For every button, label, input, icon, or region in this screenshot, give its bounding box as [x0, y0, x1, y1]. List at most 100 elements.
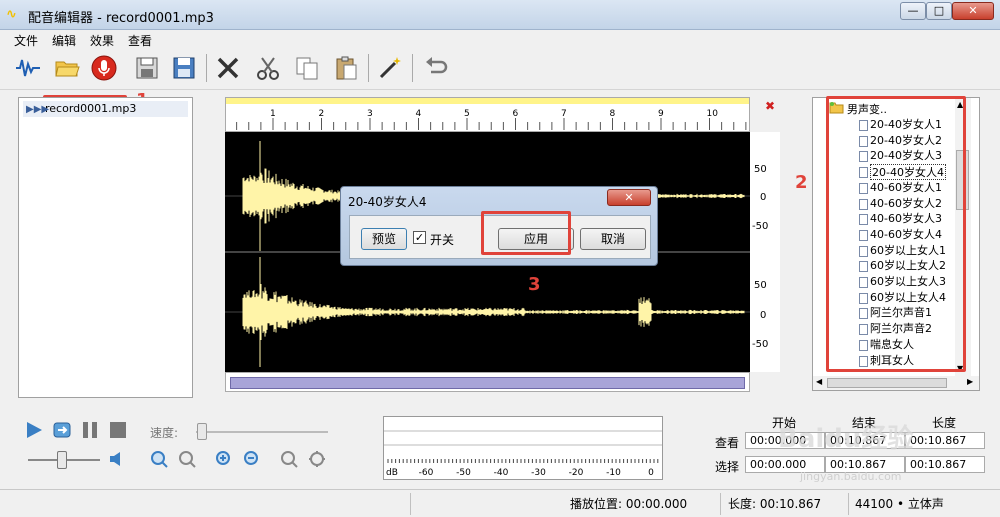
ruler-tick-label: 2 [319, 109, 325, 119]
scroll-right-icon[interactable]: ▶ [967, 377, 973, 386]
zoom-fit-icon[interactable] [280, 450, 298, 468]
undo-button[interactable] [420, 52, 452, 84]
menu-bar: 文件 编辑 效果 查看 [0, 30, 1000, 48]
close-waveform-icon[interactable]: ✖ [765, 99, 775, 113]
annotation-3: 3 [528, 274, 541, 295]
waveform-channel [242, 257, 745, 367]
status-length: 长度: 00:10.867 [728, 497, 822, 511]
status-separator [410, 493, 411, 515]
restore-button[interactable]: □ [926, 2, 952, 20]
level-meter: dB -60 -50 -40 -30 -20 -10 0 [383, 416, 663, 480]
scroll-thumb[interactable] [230, 377, 745, 389]
toolbar-separator [412, 54, 413, 82]
record-button[interactable] [88, 52, 120, 84]
preview-button[interactable]: 预览 [361, 228, 407, 250]
copy-icon [296, 57, 318, 80]
meter-tick-label: -10 [606, 468, 621, 478]
app-logo-icon: ∿ [6, 7, 17, 22]
save-as-button[interactable] [168, 52, 200, 84]
toggle-label: 开关 [430, 233, 455, 247]
speed-track [196, 431, 328, 433]
effects-button[interactable] [374, 52, 406, 84]
waveform-icon [16, 59, 40, 77]
scale-label: -50 [752, 221, 769, 232]
view-length-field[interactable]: 00:10.867 [905, 432, 985, 449]
ruler-tick-label: 1 [270, 109, 276, 119]
speaker-icon[interactable] [108, 450, 126, 468]
scale-label: 50 [754, 164, 767, 175]
scale-label: -50 [752, 339, 769, 350]
cut-button[interactable] [252, 52, 284, 84]
ruler-tick-label: 7 [561, 109, 567, 119]
copy-button[interactable] [291, 52, 323, 84]
zoom-all-icon[interactable] [308, 450, 326, 468]
minimize-button[interactable]: — [900, 2, 926, 20]
scroll-left-icon[interactable]: ◀ [816, 377, 822, 386]
toggle-checkbox[interactable]: ✓ [413, 231, 426, 244]
view-label: 查看 [715, 436, 740, 450]
toolbar-separator [368, 54, 369, 82]
delete-button[interactable] [212, 52, 244, 84]
scale-label: 0 [760, 310, 767, 321]
speed-label: 速度: [150, 426, 179, 440]
cancel-button[interactable]: 取消 [580, 228, 646, 250]
toolbar: 1 [0, 48, 1000, 139]
file-list-item[interactable]: ▶▶▶ record0001.mp3 [23, 101, 188, 117]
scale-label: 50 [754, 280, 767, 291]
meter-tick-label: -40 [494, 468, 509, 478]
status-format: 44100 • 立体声 [855, 497, 944, 511]
zoom-in-selection-icon[interactable] [215, 450, 233, 468]
amplitude-scale: 50 0 -50 50 0 -50 [750, 132, 780, 372]
play-icon[interactable] [24, 420, 44, 440]
magic-wand-icon [379, 57, 401, 79]
audio-file-icon: ▶▶▶ [26, 104, 50, 115]
tree-horizontal-scrollbar[interactable]: ◀ ▶ [813, 376, 979, 390]
scale-label: 0 [760, 192, 767, 203]
meter-svg: dB -60 -50 -40 -30 -20 -10 0 [384, 430, 662, 478]
status-position: 播放位置: 00:00.000 [570, 497, 688, 511]
meter-db-label: dB [386, 468, 398, 478]
ruler-ticks-svg: 1 2 3 4 5 6 7 8 9 10 [236, 109, 747, 130]
volume-slider[interactable] [57, 451, 67, 469]
ruler-tick-label: 5 [464, 109, 470, 119]
pause-icon[interactable] [80, 420, 100, 440]
scroll-thumb[interactable] [827, 378, 947, 388]
menu-view[interactable]: 查看 [128, 32, 152, 49]
loop-icon[interactable] [52, 420, 72, 440]
status-bar: 播放位置: 00:00.000 长度: 00:10.867 44100 • 立体… [0, 489, 1000, 517]
menu-edit[interactable]: 编辑 [52, 32, 76, 49]
transport-controls: 速度: [0, 400, 380, 480]
apply-highlight [481, 211, 571, 255]
zoom-in-icon[interactable] [150, 450, 168, 468]
select-length-field[interactable]: 00:10.867 [905, 456, 985, 473]
paste-button[interactable] [330, 52, 362, 84]
waveform-view-button[interactable] [12, 52, 44, 84]
microphone-icon [91, 55, 117, 81]
stop-icon[interactable] [108, 420, 128, 440]
menu-file[interactable]: 文件 [14, 32, 38, 49]
ruler-tick-label: 6 [513, 109, 519, 119]
zoom-out-icon[interactable] [178, 450, 196, 468]
close-button[interactable]: ✕ [952, 2, 994, 20]
ruler-tick-label: 3 [367, 109, 373, 119]
watermark-subtext: jingyan.baidu.com [800, 470, 902, 483]
meter-tick-label: -20 [569, 468, 584, 478]
tree-highlight [826, 96, 966, 372]
paste-icon [336, 56, 357, 80]
scissors-icon [257, 57, 279, 80]
meter-tick-label: 0 [648, 468, 654, 478]
dialog-close-button[interactable]: ✕ [607, 189, 651, 206]
waveform-scrollbar[interactable] [225, 372, 750, 392]
save-button[interactable] [131, 52, 163, 84]
menu-effects[interactable]: 效果 [90, 32, 114, 49]
zoom-out-selection-icon[interactable] [243, 450, 261, 468]
window-title: 配音编辑器 - record0001.mp3 [28, 11, 214, 26]
annotation-2: 2 [795, 172, 808, 193]
meter-tick-label: -30 [531, 468, 546, 478]
toolbar-separator [206, 54, 207, 82]
delete-x-icon [217, 57, 239, 79]
open-button[interactable] [51, 52, 83, 84]
speed-slider[interactable] [197, 423, 207, 440]
meter-tick-label: -50 [456, 468, 471, 478]
time-ruler[interactable]: 1 2 3 4 5 6 7 8 9 10 [225, 97, 750, 132]
